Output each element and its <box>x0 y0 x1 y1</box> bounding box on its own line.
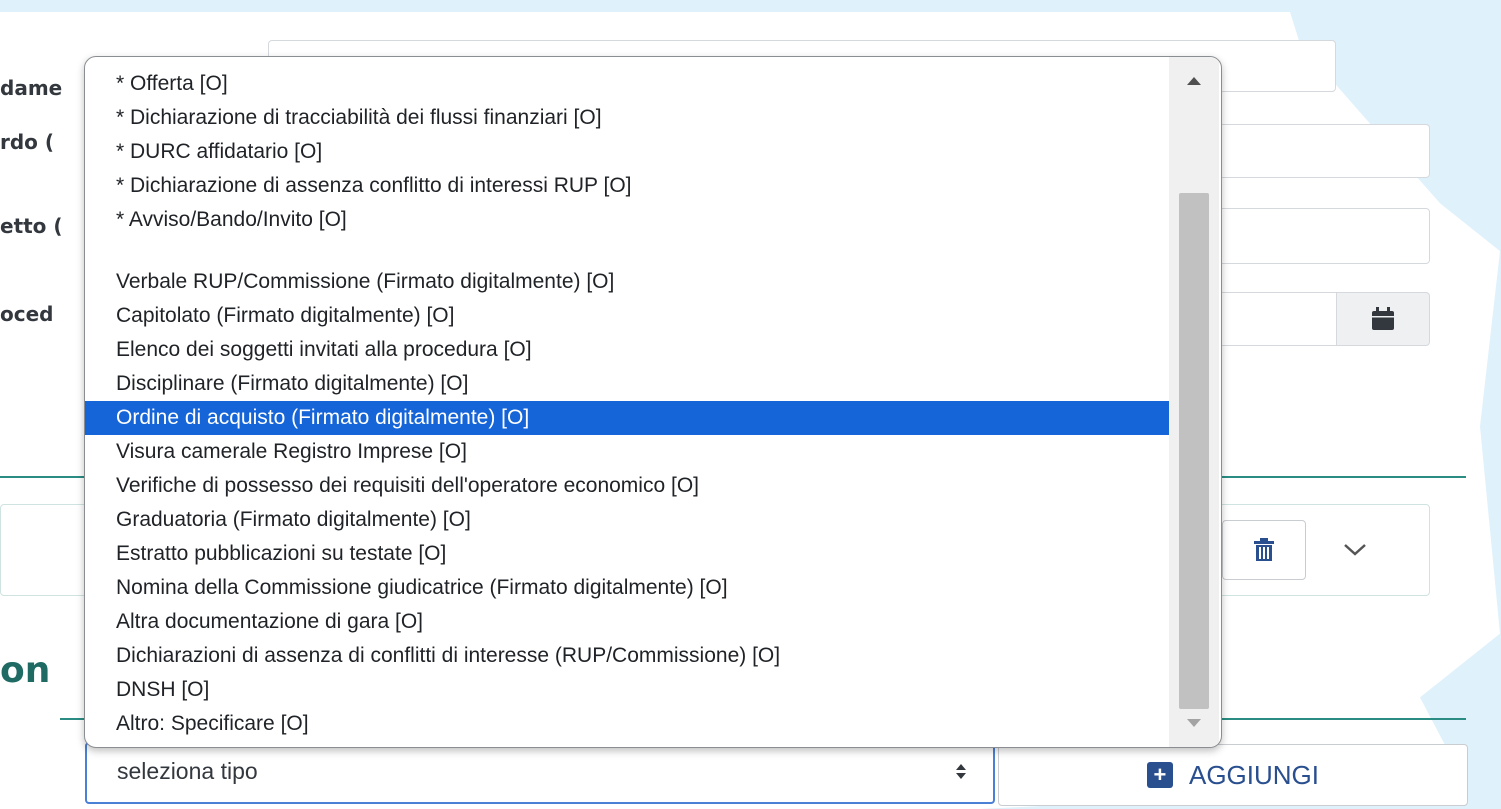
delete-button[interactable] <box>1222 520 1306 580</box>
dropdown-option[interactable]: Verbale RUP/Commissione (Firmato digital… <box>85 265 1169 299</box>
dropdown-option[interactable]: * Offerta [O] <box>85 67 1169 101</box>
field-label-fragment: etto ( <box>0 214 63 238</box>
chevron-down-icon <box>1344 544 1366 556</box>
add-button[interactable]: + AGGIUNGI <box>998 744 1468 806</box>
dropdown-option[interactable]: Altro: Specificare [O] <box>85 707 1169 741</box>
dropdown-option[interactable]: DNSH [O] <box>85 673 1169 707</box>
scroll-up-icon[interactable] <box>1181 69 1207 93</box>
calendar-button[interactable] <box>1336 292 1430 346</box>
dropdown-option[interactable]: Visura camerale Registro Imprese [O] <box>85 435 1169 469</box>
dropdown-option[interactable]: * Avviso/Bando/Invito [O] <box>85 203 1169 237</box>
dropdown-option[interactable]: Estratto pubblicazioni su testate [O] <box>85 537 1169 571</box>
section-title-fragment: on <box>0 650 51 691</box>
field-label-fragment: dame <box>0 76 63 100</box>
dropdown-option-selected[interactable]: Ordine di acquisto (Firmato digitalmente… <box>85 401 1169 435</box>
dropdown-option[interactable]: Graduatoria (Firmato digitalmente) [O] <box>85 503 1169 537</box>
dropdown-option[interactable]: * DURC affidatario [O] <box>85 135 1169 169</box>
sort-arrows-icon <box>955 762 967 780</box>
calendar-icon <box>1372 307 1394 330</box>
document-type-select[interactable]: seleziona tipo <box>85 742 995 804</box>
dropdown-option[interactable]: Elenco dei soggetti invitati alla proced… <box>85 333 1169 367</box>
dropdown-option[interactable]: Altra documentazione di gara [O] <box>85 605 1169 639</box>
option-separator <box>85 237 1169 265</box>
plus-square-icon: + <box>1146 762 1173 788</box>
trash-icon <box>1254 538 1274 561</box>
document-type-dropdown[interactable]: * Offerta [O] * Dichiarazione di traccia… <box>84 56 1222 748</box>
dropdown-option[interactable]: Dichiarazioni di assenza di conflitti di… <box>85 639 1169 673</box>
dropdown-option[interactable]: Capitolato (Firmato digitalmente) [O] <box>85 299 1169 333</box>
scroll-down-icon[interactable] <box>1181 711 1207 735</box>
scrollbar-thumb[interactable] <box>1179 193 1209 709</box>
expand-toggle[interactable] <box>1340 540 1370 560</box>
form-field-input[interactable] <box>1200 124 1430 178</box>
option-list: * Offerta [O] * Dichiarazione di traccia… <box>85 67 1169 741</box>
select-value: seleziona tipo <box>117 758 258 784</box>
add-button-label: AGGIUNGI <box>1188 759 1319 790</box>
dropdown-option[interactable]: Verifiche di possesso dei requisiti dell… <box>85 469 1169 503</box>
form-field-input[interactable] <box>1200 208 1430 264</box>
dropdown-option[interactable]: Nomina della Commissione giudicatrice (F… <box>85 571 1169 605</box>
dropdown-option[interactable]: * Dichiarazione di tracciabilità dei flu… <box>85 101 1169 135</box>
scrollbar[interactable] <box>1169 57 1219 747</box>
dropdown-option[interactable]: Disciplinare (Firmato digitalmente) [O] <box>85 367 1169 401</box>
dropdown-option[interactable]: * Dichiarazione di assenza conflitto di … <box>85 169 1169 203</box>
field-label-fragment: oced <box>0 302 54 326</box>
field-label-fragment: rdo ( <box>0 130 55 154</box>
